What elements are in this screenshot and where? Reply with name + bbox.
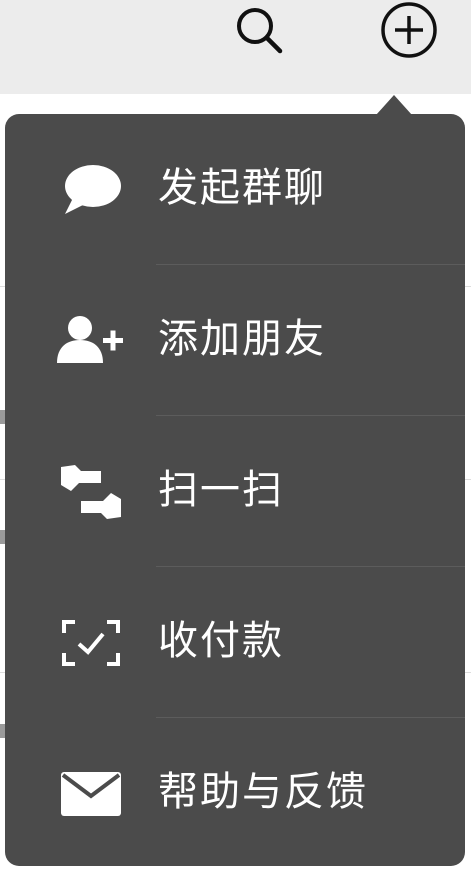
search-icon — [233, 4, 285, 60]
popup-caret — [376, 95, 412, 115]
add-button[interactable] — [379, 2, 439, 62]
menu-item-label: 收付款 — [158, 618, 284, 664]
top-bar — [0, 0, 471, 94]
menu-item-payment[interactable]: 收付款 — [5, 567, 465, 718]
menu-item-group-chat[interactable]: 发起群聊 — [5, 114, 465, 265]
menu-item-add-friend[interactable]: 添加朋友 — [5, 265, 465, 416]
menu-item-label: 添加朋友 — [158, 316, 326, 362]
plus-circle-icon — [380, 1, 438, 63]
popup-menu: 发起群聊 添加朋友 扫一扫 收付款 帮助与反馈 — [5, 114, 465, 866]
scan-icon — [55, 456, 127, 528]
mail-icon — [55, 758, 127, 830]
menu-item-label: 扫一扫 — [158, 467, 284, 513]
add-friend-icon — [55, 305, 127, 377]
menu-item-label: 发起群聊 — [158, 165, 326, 211]
menu-item-scan[interactable]: 扫一扫 — [5, 416, 465, 567]
search-button[interactable] — [229, 2, 289, 62]
payment-scan-icon — [55, 607, 127, 679]
chat-bubble-icon — [55, 154, 127, 226]
menu-item-help-feedback[interactable]: 帮助与反馈 — [5, 718, 465, 866]
menu-item-label: 帮助与反馈 — [158, 769, 368, 815]
